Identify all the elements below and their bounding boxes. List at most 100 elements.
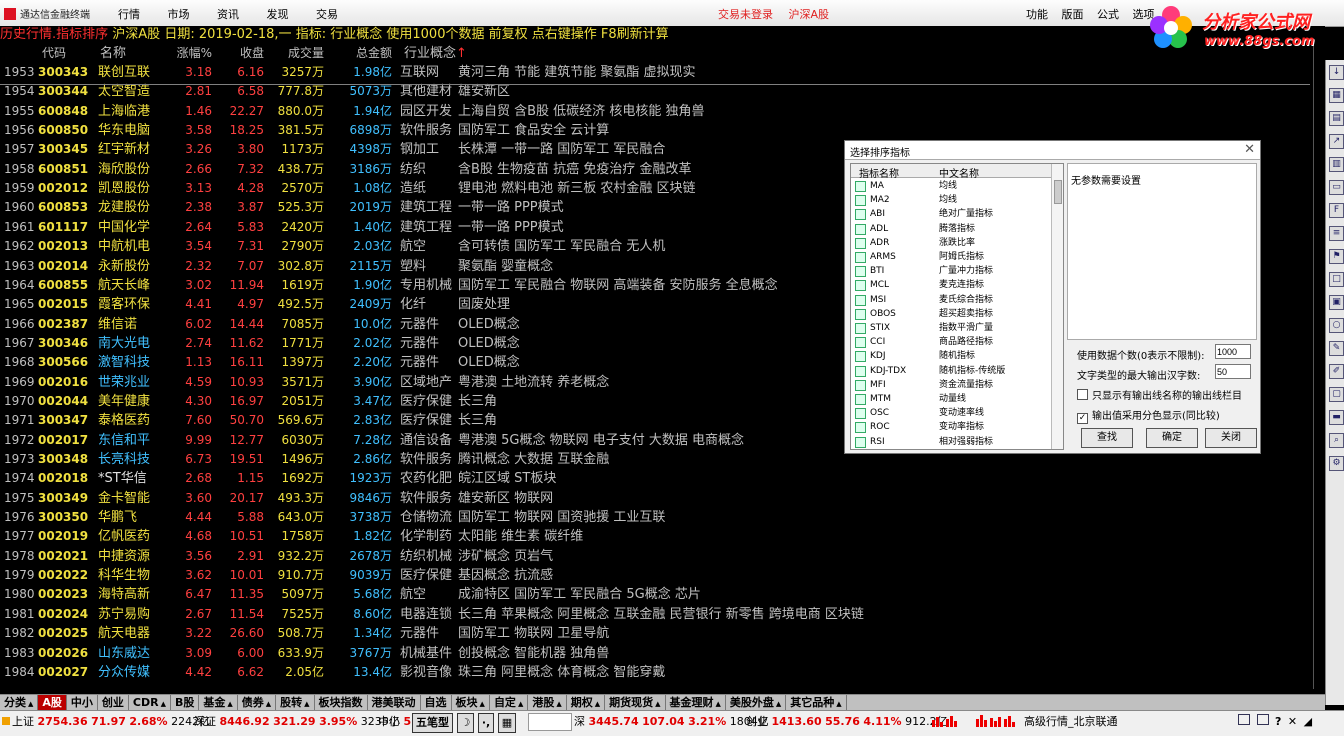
table-row[interactable]: 1979 002022 科华生物 3.62 10.01 910.7万 9039万 医疗保健 基因…	[0, 566, 1310, 585]
cy-index-block[interactable]: 深 3445.74 107.04 3.21% 1804亿	[574, 713, 769, 731]
input-method-bar[interactable]: 五笔型 ☽ ·, ▦	[412, 713, 517, 733]
table-row[interactable]: 1983 002026 山东威达 3.09 6.00 633.9万 3767万 机械基件 创投概…	[0, 644, 1310, 663]
indicator-item[interactable]: MFI 资金流量指标	[851, 378, 1051, 392]
table-row[interactable]: 1954 300344 太空智造 2.81 6.58 777.8万 5073万 其他建材 雄安新…	[0, 82, 1310, 101]
col-code[interactable]: 代码	[42, 44, 92, 63]
indicator-item[interactable]: STIX 指数平滑广量	[851, 321, 1051, 335]
ime-punct-icon[interactable]: ·,	[477, 713, 495, 733]
table-row[interactable]: 1977 002019 亿帆医药 4.68 10.51 1758万 1.82亿 化学制药 太阳能…	[0, 527, 1310, 546]
indicator-item[interactable]: KDJ-TDX 随机指标-传统版	[851, 364, 1051, 378]
tab-9[interactable]: 板块指数	[315, 695, 368, 711]
tab-7[interactable]: 债券 ▲	[238, 695, 277, 711]
tab-6[interactable]: 基金 ▲	[199, 695, 238, 711]
tool-note-icon[interactable]: ✎	[1329, 341, 1344, 356]
tab-12[interactable]: 板块 ▲	[452, 695, 490, 711]
col-indicator-desc[interactable]: 中文名称	[939, 165, 979, 180]
menu-layout[interactable]: 版面	[1062, 8, 1084, 21]
indicator-item[interactable]: RSI 相对强弱指标	[851, 435, 1051, 449]
tab-2[interactable]: 中小	[67, 695, 98, 711]
indicator-item[interactable]: ADL 腾落指标	[851, 222, 1051, 236]
tab-10[interactable]: 港美联动	[368, 695, 421, 711]
menu-trade[interactable]: 交易	[316, 8, 338, 21]
resize-icon[interactable]: ◢	[1304, 715, 1312, 728]
table-scrollbar[interactable]	[1313, 44, 1324, 689]
market-mode[interactable]: 沪深A股	[789, 8, 830, 21]
menu-formula[interactable]: 公式	[1097, 8, 1119, 21]
tool-search-icon[interactable]: ⌕	[1329, 433, 1344, 448]
tab-11[interactable]: 自选	[421, 695, 452, 711]
table-row[interactable]: 1974 002018 *ST华信 2.68 1.15 1692万 1923万 农药化肥 皖江区…	[0, 469, 1310, 488]
indicator-item[interactable]: BTI 广量冲力指标	[851, 264, 1051, 278]
indicator-item[interactable]: MA2 均线	[851, 193, 1051, 207]
tool-circle-icon[interactable]: ○	[1329, 318, 1344, 333]
col-chg[interactable]: 涨幅%	[160, 44, 212, 63]
menu-quotes[interactable]: 行情	[118, 8, 140, 21]
scroll-thumb[interactable]	[1054, 180, 1062, 204]
table-row[interactable]: 1955 600848 上海临港 1.46 22.27 880.0万 1.94亿 园区开发 上海…	[0, 102, 1310, 121]
tab-15[interactable]: 期权 ▲	[567, 695, 606, 711]
table-row[interactable]: 1984 002027 分众传媒 4.42 6.62 2.05亿 13.4亿 影视音像 珠三角 …	[0, 663, 1310, 682]
ime-moon-icon[interactable]: ☽	[456, 713, 475, 733]
ime-keyboard-icon[interactable]: ▦	[497, 713, 517, 733]
only-named-lines-checkbox[interactable]: 只显示有输出线名称的输出线栏目	[1077, 387, 1242, 402]
tab-3[interactable]: 创业	[98, 695, 129, 711]
col-amt[interactable]: 总金额	[336, 44, 392, 63]
server-name[interactable]: 高级行情_北京联通	[1024, 713, 1118, 731]
trade-login-status[interactable]: 交易未登录	[718, 8, 773, 21]
find-button[interactable]: 查找	[1081, 428, 1133, 448]
col-ind[interactable]: 行业概念↑	[404, 44, 467, 63]
table-row[interactable]: 1980 002023 海特高新 6.47 11.35 5097万 5.68亿 航空 成渝特区 …	[0, 585, 1310, 604]
help-icon[interactable]: ?	[1275, 715, 1281, 728]
indicator-item[interactable]: MCL 麦克连指标	[851, 278, 1051, 292]
indicator-item[interactable]: ARMS 阿姆氏指标	[851, 250, 1051, 264]
pin-icon[interactable]: ✕	[1288, 715, 1297, 728]
table-row[interactable]: 1956 600850 华东电脑 3.58 18.25 381.5万 6898万 软件服务 国防…	[0, 121, 1310, 140]
checkbox-empty-icon[interactable]	[1077, 389, 1088, 400]
indicator-list-scrollbar[interactable]	[1051, 164, 1063, 449]
tool-arrow-icon[interactable]: ↓	[1329, 65, 1344, 80]
tab-17[interactable]: 基金理财 ▲	[666, 695, 726, 711]
tool-window-icon[interactable]: ▢	[1329, 387, 1344, 402]
menu-market[interactable]: 市场	[168, 8, 190, 21]
sz-index-block[interactable]: 深证 8446.92 321.29 3.95% 3235亿	[194, 713, 400, 731]
table-row[interactable]: 1953 300343 联创互联 3.18 6.16 3257万 1.98亿 互联网 黄河三角 …	[0, 63, 1310, 82]
tool-trend-icon[interactable]: ↗	[1329, 134, 1344, 149]
col-close[interactable]: 收盘	[212, 44, 264, 63]
menu-function[interactable]: 功能	[1026, 8, 1048, 21]
tool-flag-icon[interactable]: ⚑	[1329, 249, 1344, 264]
table-row[interactable]: 1978 002021 中捷资源 3.56 2.91 932.2万 2678万 纺织机械 涉矿概…	[0, 547, 1310, 566]
tab-8[interactable]: 股转 ▲	[276, 695, 315, 711]
tool-calc-icon[interactable]: ▣	[1329, 295, 1344, 310]
ime-mode[interactable]: 五笔型	[412, 713, 453, 733]
indicator-item[interactable]: OBOS 超买超卖指标	[851, 307, 1051, 321]
zx-index-block[interactable]: 中小 5	[378, 713, 411, 731]
ok-button[interactable]: 确定	[1146, 428, 1198, 448]
indicator-item[interactable]: CCI 商品路径指标	[851, 335, 1051, 349]
tab-1[interactable]: A股	[38, 695, 67, 711]
table-row[interactable]: 1976 300350 华鹏飞 4.44 5.88 643.0万 3738万 仓储物流 国防军工…	[0, 508, 1310, 527]
checkbox-checked-icon[interactable]: ✓	[1077, 413, 1088, 424]
indicator-item[interactable]: OSC 变动速率线	[851, 406, 1051, 420]
col-indicator-name[interactable]: 指标名称	[859, 165, 899, 180]
tab-14[interactable]: 港股 ▲	[528, 695, 567, 711]
indicator-item[interactable]: KDJ 随机指标	[851, 349, 1051, 363]
tool-doc-icon[interactable]: ▭	[1329, 180, 1344, 195]
layout-icon[interactable]	[1256, 714, 1269, 725]
tab-19[interactable]: 其它品种 ▲	[786, 695, 847, 711]
tool-chart-icon[interactable]: ▦	[1329, 88, 1344, 103]
col-vol[interactable]: 成交量	[268, 44, 324, 63]
tool-grid-icon[interactable]: ▤	[1329, 111, 1344, 126]
tab-16[interactable]: 期货现货 ▲	[605, 695, 666, 711]
tool-edit-icon[interactable]: ✐	[1329, 364, 1344, 379]
indicator-item[interactable]: ADR 涨跌比率	[851, 236, 1051, 250]
tab-4[interactable]: CDR ▲	[129, 695, 171, 711]
tool-folder-icon[interactable]: ▬	[1329, 410, 1344, 425]
tool-bars-icon[interactable]: ▥	[1329, 157, 1344, 172]
tool-box-icon[interactable]: □	[1329, 272, 1344, 287]
menu-discover[interactable]: 发现	[267, 8, 289, 21]
table-row[interactable]: 1982 002025 航天电器 3.22 26.60 508.7万 1.34亿 元器件 国防军…	[0, 624, 1310, 643]
tool-f10-icon[interactable]: F	[1329, 203, 1344, 218]
color-output-checkbox[interactable]: ✓ 输出值采用分色显示(同比较)	[1077, 407, 1220, 424]
tab-5[interactable]: B股	[171, 695, 200, 711]
indicator-list[interactable]: 指标名称 中文名称 MA 均线 MA2 均线 ABI 绝对广量指标 ADL 腾落指标 ADR 涨跌…	[850, 163, 1064, 450]
